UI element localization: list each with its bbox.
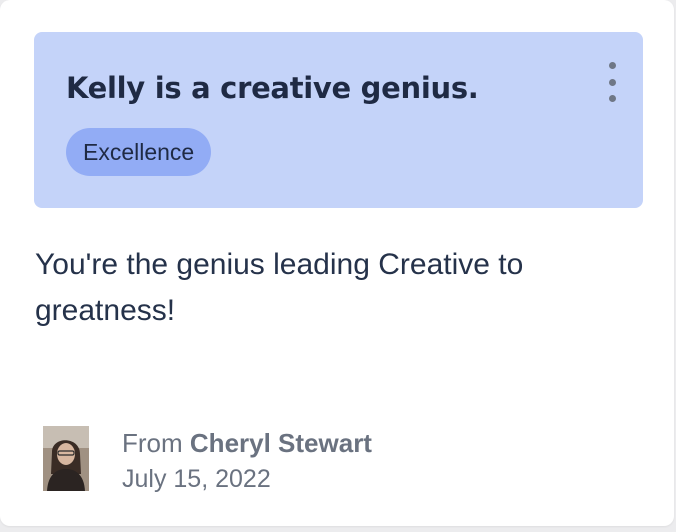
- more-options-dot: [608, 95, 616, 102]
- more-options-dot: [608, 78, 616, 86]
- from-label: From: [122, 428, 183, 458]
- recognition-message: You're the genius leading Creative to gr…: [35, 248, 524, 327]
- more-options-icon[interactable]: [605, 62, 619, 102]
- recognition-date: July 15, 2022: [122, 465, 271, 493]
- recognition-title: Kelly is a creative genius.: [66, 71, 479, 105]
- value-badge: Excellence: [66, 128, 212, 176]
- sender-line: From Cheryl Stewart: [122, 426, 372, 460]
- sender-name[interactable]: Cheryl Stewart: [190, 428, 372, 458]
- more-options-dot: [608, 62, 616, 69]
- avatar-photo: [43, 426, 89, 491]
- avatar: [43, 426, 89, 491]
- recognition-card: Kelly is a creative genius. Excellence Y…: [0, 0, 674, 526]
- recognition-banner: Kelly is a creative genius. Excellence: [34, 32, 643, 208]
